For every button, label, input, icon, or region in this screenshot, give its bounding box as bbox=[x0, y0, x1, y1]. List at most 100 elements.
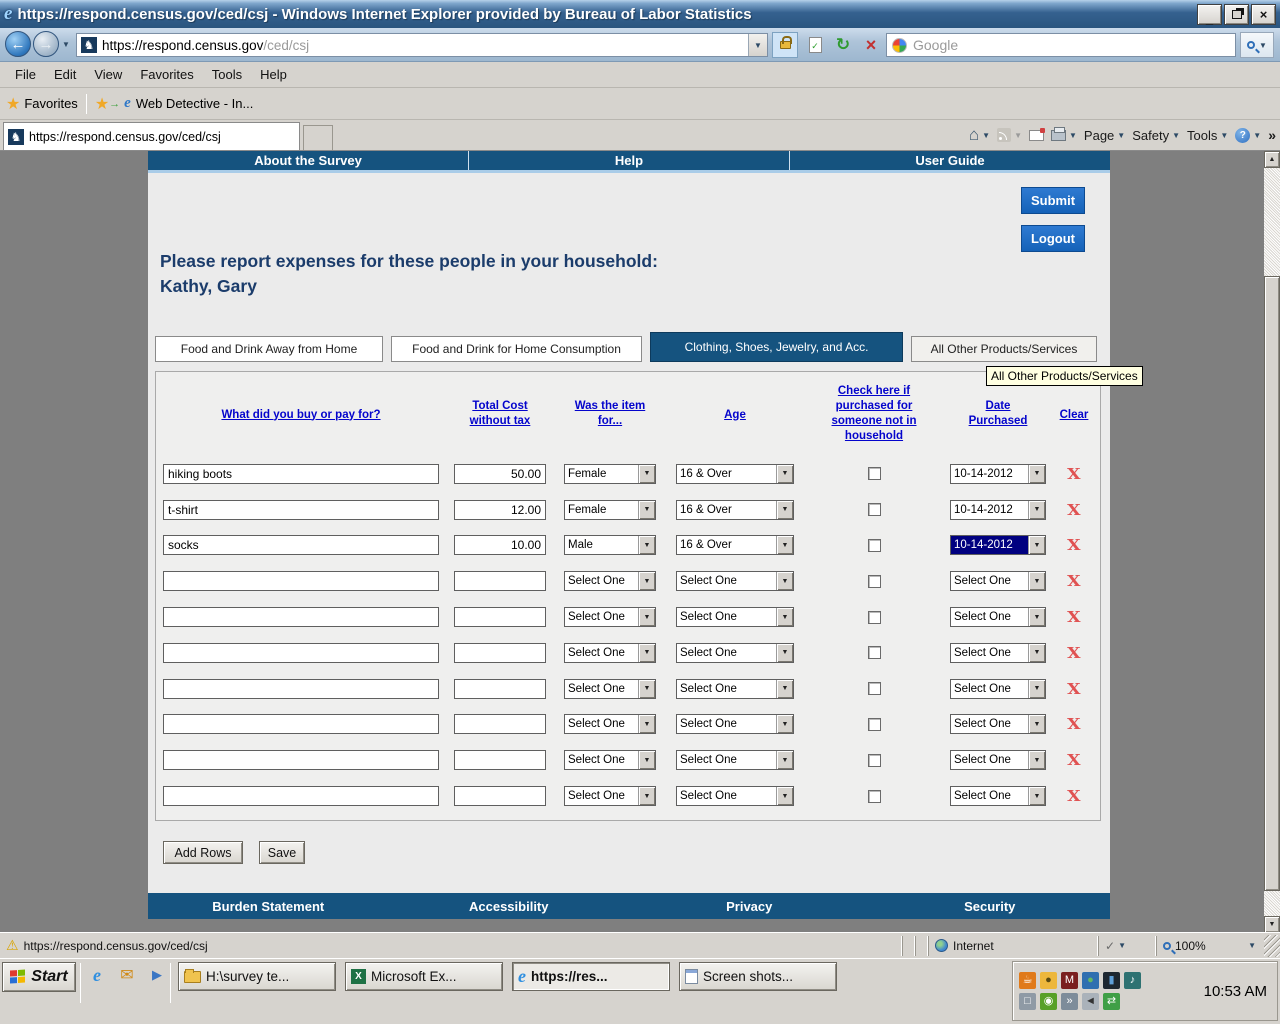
display-settings-tray-icon[interactable]: □ bbox=[1019, 992, 1036, 1010]
age-select[interactable]: Select One ▼ bbox=[676, 786, 794, 807]
zoom-control[interactable]: 100% ▼ bbox=[1156, 935, 1262, 956]
nav-link-about-the-survey[interactable]: About the Survey bbox=[148, 151, 469, 170]
chevron-down-icon[interactable]: ▼ bbox=[1028, 787, 1045, 806]
volume-tray-icon[interactable]: ◄ bbox=[1082, 992, 1099, 1010]
refresh-button[interactable]: ↻ bbox=[830, 32, 856, 58]
clear-row-button[interactable]: X bbox=[1067, 787, 1080, 805]
stop-button[interactable]: × bbox=[858, 32, 884, 58]
chevron-down-icon[interactable]: ▼ bbox=[776, 572, 793, 591]
minimize-button[interactable]: _ bbox=[1197, 3, 1222, 26]
footer-link-security[interactable]: Security bbox=[870, 893, 1111, 919]
security-lock-button[interactable] bbox=[772, 32, 798, 58]
clear-row-button[interactable]: X bbox=[1067, 680, 1080, 698]
item-for-select[interactable]: Male ▼ bbox=[564, 535, 656, 556]
date-purchased-select[interactable]: Select One ▼ bbox=[950, 750, 1046, 771]
scroll-up-icon[interactable]: ▲ bbox=[1264, 151, 1280, 168]
nav-link-help[interactable]: Help bbox=[469, 151, 790, 170]
menu-help[interactable]: Help bbox=[251, 63, 296, 86]
chevron-down-icon[interactable]: ▼ bbox=[776, 679, 793, 698]
chevron-down-icon[interactable]: ▼ bbox=[638, 608, 655, 627]
quicklaunch-app-icon[interactable]: ▶ bbox=[146, 964, 168, 986]
cost-input[interactable] bbox=[454, 678, 546, 699]
vertical-scrollbar[interactable]: ▲ ▼ bbox=[1264, 151, 1280, 933]
chevron-down-icon[interactable]: ▼ bbox=[1028, 500, 1045, 519]
security-lock-tray-icon[interactable]: ● bbox=[1040, 971, 1057, 989]
not-in-household-checkbox[interactable] bbox=[867, 717, 881, 731]
column-header-link[interactable]: Was the item for... bbox=[564, 399, 656, 429]
column-header-link[interactable]: Clear bbox=[1060, 408, 1089, 423]
taskbar-button-screen-shots[interactable]: Screen shots... bbox=[679, 962, 837, 991]
cost-input[interactable] bbox=[454, 607, 546, 628]
age-select[interactable]: Select One ▼ bbox=[676, 607, 794, 628]
item-input[interactable] bbox=[163, 607, 439, 628]
menu-view[interactable]: View bbox=[85, 63, 131, 86]
scroll-down-icon[interactable]: ▼ bbox=[1264, 916, 1280, 933]
chevron-down-icon[interactable]: ▼ bbox=[638, 536, 655, 555]
toolbar-overflow-icon[interactable]: » bbox=[1268, 127, 1276, 143]
date-purchased-select[interactable]: Select One ▼ bbox=[950, 714, 1046, 735]
favorites-bar-item[interactable]: Web Detective - In... bbox=[136, 96, 254, 111]
safety-menu[interactable]: Safety ▼ bbox=[1132, 128, 1180, 143]
menu-favorites[interactable]: Favorites bbox=[131, 63, 202, 86]
chevron-down-icon[interactable]: ▼ bbox=[1028, 679, 1045, 698]
column-header-link[interactable]: Total Cost without tax bbox=[461, 399, 539, 429]
media-player-tray-icon[interactable]: ♪ bbox=[1124, 971, 1141, 989]
chevron-down-icon[interactable]: ▼ bbox=[638, 715, 655, 734]
column-header-link[interactable]: Check here if purchased for someone not … bbox=[818, 384, 930, 444]
item-input[interactable] bbox=[163, 714, 439, 735]
age-select[interactable]: 16 & Over ▼ bbox=[676, 499, 794, 520]
menu-edit[interactable]: Edit bbox=[45, 63, 85, 86]
menu-file[interactable]: File bbox=[6, 63, 45, 86]
page-menu[interactable]: Page ▼ bbox=[1084, 128, 1125, 143]
chevron-down-icon[interactable]: ▼ bbox=[1028, 572, 1045, 591]
date-purchased-select[interactable]: Select One ▼ bbox=[950, 642, 1046, 663]
tools-menu[interactable]: Tools ▼ bbox=[1187, 128, 1228, 143]
clear-row-button[interactable]: X bbox=[1067, 465, 1080, 483]
item-for-select[interactable]: Select One ▼ bbox=[564, 714, 656, 735]
cost-input[interactable] bbox=[454, 535, 546, 556]
history-dropdown-icon[interactable]: ▼ bbox=[62, 40, 70, 49]
chevron-down-icon[interactable]: ▼ bbox=[1028, 464, 1045, 483]
search-input[interactable]: Google bbox=[886, 33, 1236, 57]
scrollbar-thumb[interactable] bbox=[1264, 276, 1280, 891]
search-button[interactable]: ▼ bbox=[1240, 32, 1274, 58]
item-for-select[interactable]: Select One ▼ bbox=[564, 678, 656, 699]
item-input[interactable] bbox=[163, 571, 439, 592]
not-in-household-checkbox[interactable] bbox=[867, 610, 881, 624]
item-for-select[interactable]: Female ▼ bbox=[564, 463, 656, 484]
home-icon[interactable]: ⌂ bbox=[969, 125, 979, 145]
chevron-down-icon[interactable]: ▼ bbox=[638, 787, 655, 806]
search-options-icon[interactable]: ▼ bbox=[1259, 41, 1267, 50]
not-in-household-checkbox[interactable] bbox=[867, 682, 881, 696]
taskbar-button-h-survey-te[interactable]: H:\survey te... bbox=[178, 962, 336, 991]
item-for-select[interactable]: Female ▼ bbox=[564, 499, 656, 520]
print-dropdown-icon[interactable]: ▼ bbox=[1069, 131, 1077, 140]
tab-clothing-shoes-jewelry-and-acc[interactable]: Clothing, Shoes, Jewelry, and Acc. bbox=[650, 332, 903, 362]
compatibility-view-button[interactable]: ✓ bbox=[802, 32, 828, 58]
cost-input[interactable] bbox=[454, 463, 546, 484]
tab-all-other-products-services[interactable]: All Other Products/Services bbox=[911, 336, 1097, 362]
not-in-household-checkbox[interactable] bbox=[867, 574, 881, 588]
chevron-down-icon[interactable]: ▼ bbox=[776, 608, 793, 627]
cost-input[interactable] bbox=[454, 499, 546, 520]
footer-link-accessibility[interactable]: Accessibility bbox=[389, 893, 630, 919]
age-select[interactable]: Select One ▼ bbox=[676, 678, 794, 699]
address-bar-input[interactable]: ♞ https://respond.census.gov/ced/csj ▼ bbox=[76, 33, 768, 57]
add-favorite-icon[interactable]: ★ bbox=[95, 94, 109, 114]
chevron-down-icon[interactable]: ▼ bbox=[776, 536, 793, 555]
age-select[interactable]: Select One ▼ bbox=[676, 750, 794, 771]
remote-display-tray-icon[interactable]: » bbox=[1061, 992, 1078, 1010]
item-input[interactable] bbox=[163, 642, 439, 663]
item-for-select[interactable]: Select One ▼ bbox=[564, 750, 656, 771]
save-button[interactable]: Save bbox=[259, 841, 305, 864]
age-select[interactable]: Select One ▼ bbox=[676, 642, 794, 663]
clear-row-button[interactable]: X bbox=[1067, 572, 1080, 590]
taskbar-button-https-res[interactable]: e https://res... bbox=[512, 962, 670, 991]
not-in-household-checkbox[interactable] bbox=[867, 646, 881, 660]
home-dropdown-icon[interactable]: ▼ bbox=[982, 131, 990, 140]
help-icon[interactable]: ? bbox=[1235, 127, 1251, 143]
clear-row-button[interactable]: X bbox=[1067, 751, 1080, 769]
chevron-down-icon[interactable]: ▼ bbox=[1028, 643, 1045, 662]
not-in-household-checkbox[interactable] bbox=[867, 467, 881, 481]
network-globe-tray-icon[interactable]: ● bbox=[1082, 971, 1099, 989]
